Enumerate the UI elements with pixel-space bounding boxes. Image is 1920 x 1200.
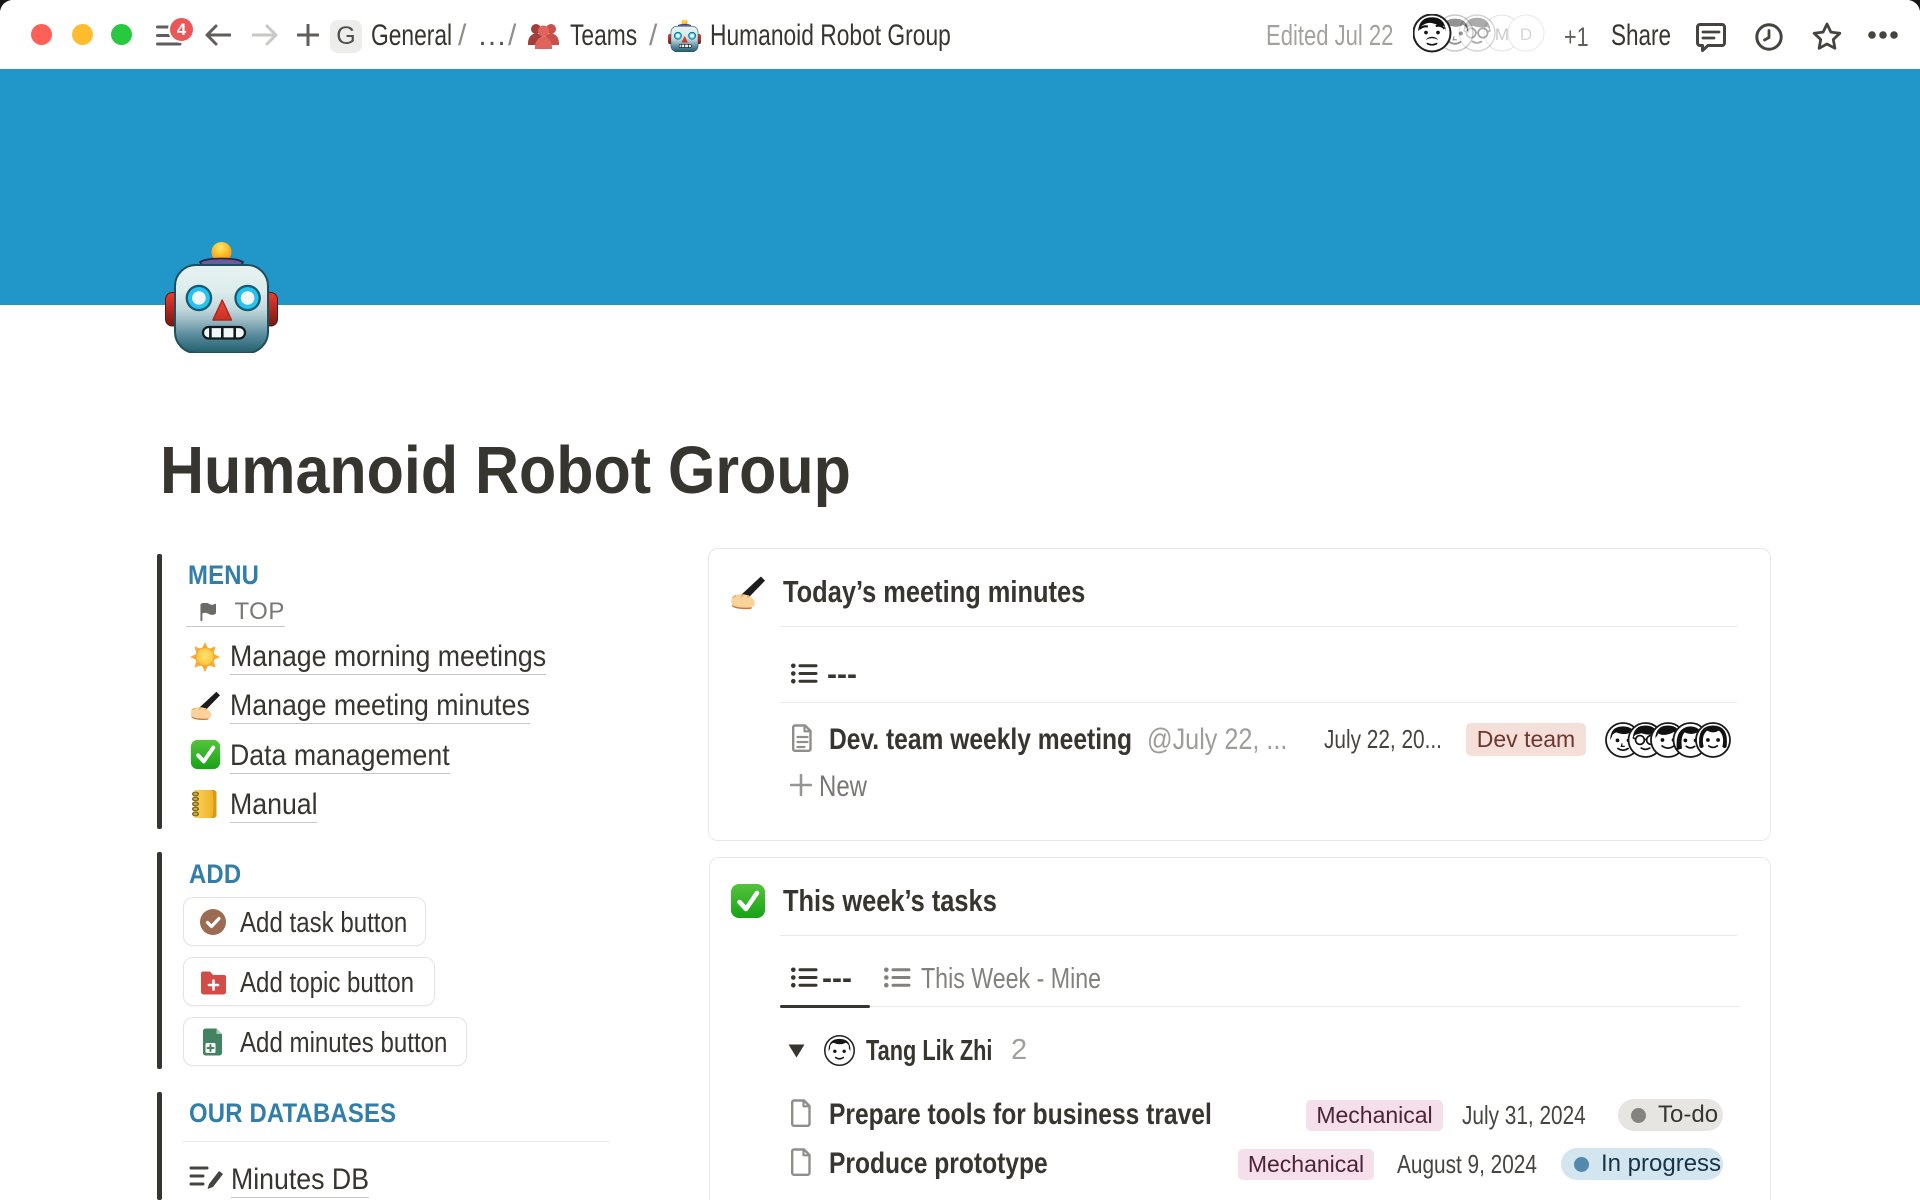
svg-text:D: D — [1520, 25, 1532, 44]
svg-text:M: M — [1495, 25, 1509, 44]
